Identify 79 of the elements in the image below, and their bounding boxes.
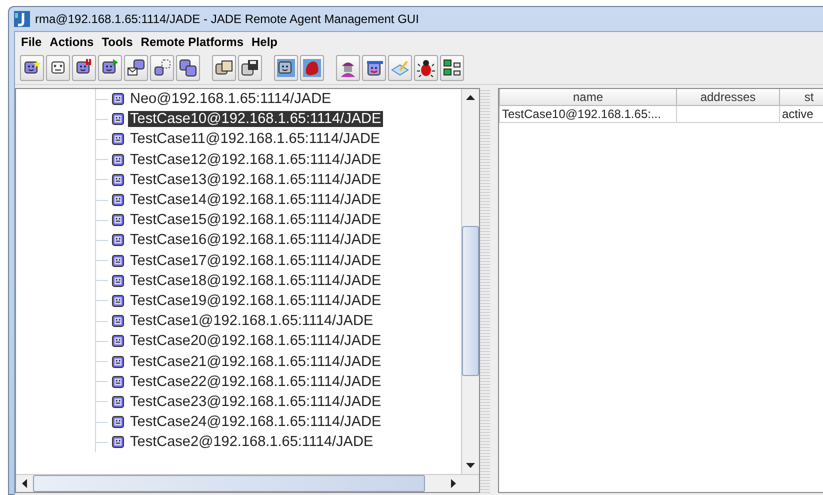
tree-item[interactable]: TestCase23@192.168.1.65:1114/JADE [128,394,384,410]
toolbar-button[interactable] [176,55,200,81]
computers-icon [443,59,461,77]
table-cell: TestCase10@192.168.1.65:... [500,106,676,122]
tree-item[interactable]: TestCase18@192.168.1.65:1114/JADE [128,272,384,289]
tree-item[interactable]: TestCase21@192.168.1.65:1114/JADE [128,354,384,370]
tree-item[interactable]: TestCase19@192.168.1.65:1114/JADE [128,292,384,309]
toolbar-button[interactable] [46,55,70,81]
toolbar-button[interactable] [124,55,148,81]
agent-face-icon [112,194,124,206]
blob-icon [303,59,321,77]
agent-face-icon [112,254,124,267]
tree-item[interactable]: TestCase13@192.168.1.65:1114/JADE [128,172,384,188]
down-arrow-icon[interactable] [466,463,475,468]
dotted-face-icon [153,59,171,77]
faces-disk-icon [241,59,259,77]
toolbar-button[interactable] [238,55,262,81]
tree-item[interactable]: TestCase12@192.168.1.65:1114/JADE [128,152,384,168]
tree-item[interactable]: TestCase1@192.168.1.65:1114/JADE [128,313,376,330]
right-arrow-icon[interactable] [451,479,456,488]
tree-item[interactable]: TestCase10@192.168.1.65:1114/JADE [128,111,384,128]
column-header[interactable]: addresses [676,89,780,106]
face-envelope-icon [127,59,145,77]
toolbar-button[interactable] [274,55,298,81]
notepad-pencil-icon [391,59,409,77]
framed-face-icon [277,59,295,77]
face-cap-icon [365,59,383,77]
column-header[interactable]: st [780,89,823,106]
menu-item[interactable]: Remote Platforms [136,33,248,51]
agent-face-icon [112,436,124,448]
window-title: rma@192.168.1.65:1114/JADE - JADE Remote Agent Management GUI [35,12,419,26]
toolbar-button[interactable] [98,55,122,81]
faces-folder-icon [215,59,233,77]
toolbar-button[interactable] [336,55,360,81]
tree-item[interactable]: TestCase11@192.168.1.65:1114/JADE [128,131,382,148]
tree-item[interactable]: TestCase14@192.168.1.65:1114/JADE [128,192,384,208]
toolbar-button[interactable] [300,55,324,81]
agent-face-icon [112,396,124,408]
agent-face-icon [112,294,124,307]
tree-item[interactable]: Neo@192.168.1.65:1114/JADE [128,91,334,108]
tree-item[interactable]: TestCase16@192.168.1.65:1114/JADE [128,232,384,248]
bug-icon [417,59,435,77]
menu-item[interactable]: Actions [46,33,98,51]
menu-item[interactable]: Help [248,33,282,51]
toolbar-button[interactable] [440,55,464,81]
menu-item[interactable]: File [17,33,46,51]
agent-face-icon [112,93,124,106]
agent-face-icon [112,113,124,126]
agent-face-icon [112,133,124,146]
agent-face-icon [112,416,124,428]
toolbar-button[interactable] [20,55,44,81]
menu-item[interactable]: Tools [98,33,137,51]
toolbar-button[interactable] [414,55,438,81]
tree-item[interactable]: TestCase2@192.168.1.65:1114/JADE [128,434,376,450]
tree-item[interactable]: TestCase15@192.168.1.65:1114/JADE [128,212,384,228]
agent-face-icon [112,214,124,226]
horizontal-scrollbar[interactable] [16,474,479,492]
left-arrow-icon[interactable] [22,479,27,488]
toolbar-button[interactable] [362,55,386,81]
tree-item[interactable]: TestCase20@192.168.1.65:1114/JADE [128,333,384,350]
agent-face-icon [112,315,124,328]
toolbar-button[interactable] [72,55,96,81]
tree-item[interactable]: TestCase24@192.168.1.65:1114/JADE [128,414,384,430]
vertical-scrollbar[interactable] [461,89,479,474]
agent-face-icon [112,335,124,348]
up-arrow-icon[interactable] [466,95,475,100]
column-header[interactable]: name [500,89,676,106]
face-pair-icon [179,59,197,77]
agent-face-icon [112,356,124,368]
app-logo-icon [14,11,30,27]
tree-item[interactable]: TestCase22@192.168.1.65:1114/JADE [128,374,384,390]
agent-face-icon [112,274,124,287]
toolbar-button[interactable] [212,55,236,81]
tree-item[interactable]: TestCase17@192.168.1.65:1114/JADE [128,252,384,269]
toolbar-button[interactable] [150,55,174,81]
agent-face-icon [112,234,124,246]
agent-face-icon [112,154,124,166]
agent-face-icon [112,376,124,388]
agent-face-icon [112,174,124,186]
